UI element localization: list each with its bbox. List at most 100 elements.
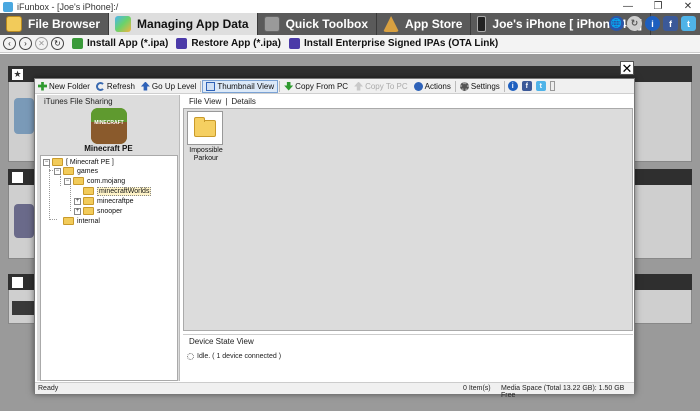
actions-button[interactable]: Actions [411, 81, 454, 91]
toolbar-separator [279, 80, 281, 92]
install-arrow-icon [72, 38, 83, 49]
view-tab-separator: | [225, 96, 228, 106]
folder-icon [52, 158, 63, 166]
info-icon[interactable]: i [507, 81, 518, 91]
dialog-close-icon[interactable]: ✕ [620, 61, 634, 75]
file-thumbnail-grid[interactable]: Impossible Parkour [183, 108, 633, 331]
copy-to-pc-button[interactable]: Copy To PC [351, 81, 411, 91]
app-grid-tab-icon [115, 16, 132, 32]
restore-arrow-icon [176, 38, 188, 49]
tree-node-games[interactable]: − games [54, 166, 98, 176]
tree-node-minecraftpe[interactable]: + minecraftpe [74, 196, 134, 206]
maximize-button[interactable]: ❐ [648, 0, 668, 13]
tab-quick-toolbox[interactable]: Quick Toolbox [258, 13, 378, 35]
toolbox-tab-icon [263, 16, 280, 32]
folder-icon [63, 217, 74, 225]
music-icon [12, 171, 23, 183]
status-item-count: 0 Item(s) [463, 385, 491, 392]
expand-icon[interactable]: + [74, 207, 81, 215]
thumbnail-view-button[interactable]: Thumbnail View [202, 79, 279, 93]
toolbar-separator [454, 80, 456, 92]
install-app-button[interactable]: Install App (*.ipa) [72, 38, 168, 49]
view-tabs: File View | Details [181, 95, 634, 107]
tab-app-store[interactable]: App Store [377, 13, 472, 35]
iphone-tab-icon [477, 16, 487, 32]
stop-icon[interactable]: ✕ [35, 37, 48, 50]
file-sharing-dialog: New Folder Refresh Go Up Level Thumbnail… [34, 78, 635, 399]
folder-icon [83, 197, 94, 205]
tab-file-browser[interactable]: File Browser [0, 13, 110, 35]
folder-icon [194, 116, 216, 137]
main-toolbar: ‹ › ✕ ↻ Install App (*.ipa) Restore App … [0, 35, 700, 53]
refresh-circle-icon[interactable]: ↻ [627, 16, 642, 31]
install-enterprise-label: Install Enterprise Signed IPAs (OTA Link… [303, 38, 499, 49]
refresh-button[interactable]: Refresh [93, 81, 138, 91]
collapse-icon[interactable]: − [54, 167, 61, 175]
minimize-button[interactable]: — [618, 0, 638, 13]
tree-node-label: games [77, 167, 99, 175]
background-app-icon-2 [14, 204, 34, 238]
close-button[interactable]: ✕ [678, 0, 698, 13]
device-state-line: Idle. ( 1 device connected ) [187, 353, 281, 360]
tree-node-minecraftworlds[interactable]: minecraftWorlds [83, 186, 152, 196]
device-state-text: Idle. ( 1 device connected ) [197, 353, 282, 360]
status-bar: Ready 0 Item(s) Media Space (Total 13.22… [35, 382, 634, 399]
app-sidebar: iTunes File Sharing MINECRAFT Minecraft … [37, 95, 180, 381]
tab-details[interactable]: Details [231, 97, 255, 106]
copy-from-pc-label: Copy From PC [295, 81, 349, 91]
collapse-icon[interactable]: − [43, 158, 50, 166]
ifunbox-app-icon [3, 1, 13, 12]
folder-icon [63, 167, 74, 175]
settings-button[interactable]: Settings [457, 81, 503, 91]
tree-node-internal[interactable]: internal [63, 216, 100, 226]
collapse-icon[interactable]: − [64, 177, 71, 185]
app-icon-text: MINECRAFT [94, 120, 124, 126]
actions-label: Actions [424, 81, 451, 91]
copy-to-pc-label: Copy To PC [365, 81, 408, 91]
folder-icon [83, 207, 94, 215]
twitter-icon[interactable]: t [535, 81, 546, 91]
reload-icon[interactable]: ↻ [51, 37, 64, 50]
minecraft-app-icon: MINECRAFT [91, 108, 127, 144]
install-enterprise-button[interactable]: Install Enterprise Signed IPAs (OTA Link… [288, 38, 499, 49]
status-media-space: Media Space (Total 13.22 GB): 1.50 GB Fr… [501, 385, 625, 399]
spinner-icon [187, 353, 194, 360]
overflow-chevron-icon[interactable] [549, 81, 555, 91]
forward-icon[interactable]: › [19, 37, 32, 50]
twitter-icon[interactable]: t [681, 16, 696, 31]
refresh-label: Refresh [106, 81, 135, 91]
appstore-tab-icon [383, 16, 400, 32]
tree-node-com-mojang[interactable]: − com.mojang [64, 176, 125, 186]
window-title: iFunbox - [Joe's iPhone]:/ [17, 1, 119, 12]
thumbnail-view-label: Thumbnail View [217, 81, 275, 91]
back-icon[interactable]: ‹ [3, 37, 16, 50]
go-up-level-button[interactable]: Go Up Level [138, 81, 199, 91]
refresh-icon [95, 81, 105, 91]
main-tabs: File Browser Managing App Data Quick Too… [0, 13, 700, 35]
facebook-icon[interactable]: f [521, 81, 532, 91]
file-thumbnail [187, 111, 223, 145]
folder-icon [73, 177, 84, 185]
info-icon[interactable]: i [645, 16, 660, 31]
title-bar: iFunbox - [Joe's iPhone]:/ [0, 0, 700, 13]
new-folder-button[interactable]: New Folder [35, 81, 93, 91]
tab-file-view[interactable]: File View [189, 97, 221, 106]
file-item[interactable]: Impossible Parkour [187, 111, 225, 163]
tree-node-snooper[interactable]: + snooper [74, 206, 122, 216]
tree-line [49, 166, 50, 220]
toolbar-separator [503, 80, 505, 92]
tab-managing-app-data[interactable]: Managing App Data [109, 13, 258, 35]
facebook-icon[interactable]: f [663, 16, 678, 31]
folder-tree: − [ Minecraft PE ] − games − com.mojang … [40, 155, 178, 381]
gear-icon [459, 81, 469, 91]
globe-icon[interactable]: 🌐 [609, 16, 624, 31]
tab-label: Quick Toolbox [285, 17, 369, 31]
restore-app-button[interactable]: Restore App (*.ipa) [176, 38, 281, 49]
copy-from-pc-button[interactable]: Copy From PC [281, 81, 351, 91]
grid-icon [12, 276, 23, 288]
status-ready: Ready [38, 385, 59, 392]
folder-tab-icon [6, 16, 22, 32]
up-arrow-icon [140, 81, 150, 91]
expand-icon[interactable]: + [74, 197, 81, 205]
thumbnail-icon [206, 81, 216, 91]
